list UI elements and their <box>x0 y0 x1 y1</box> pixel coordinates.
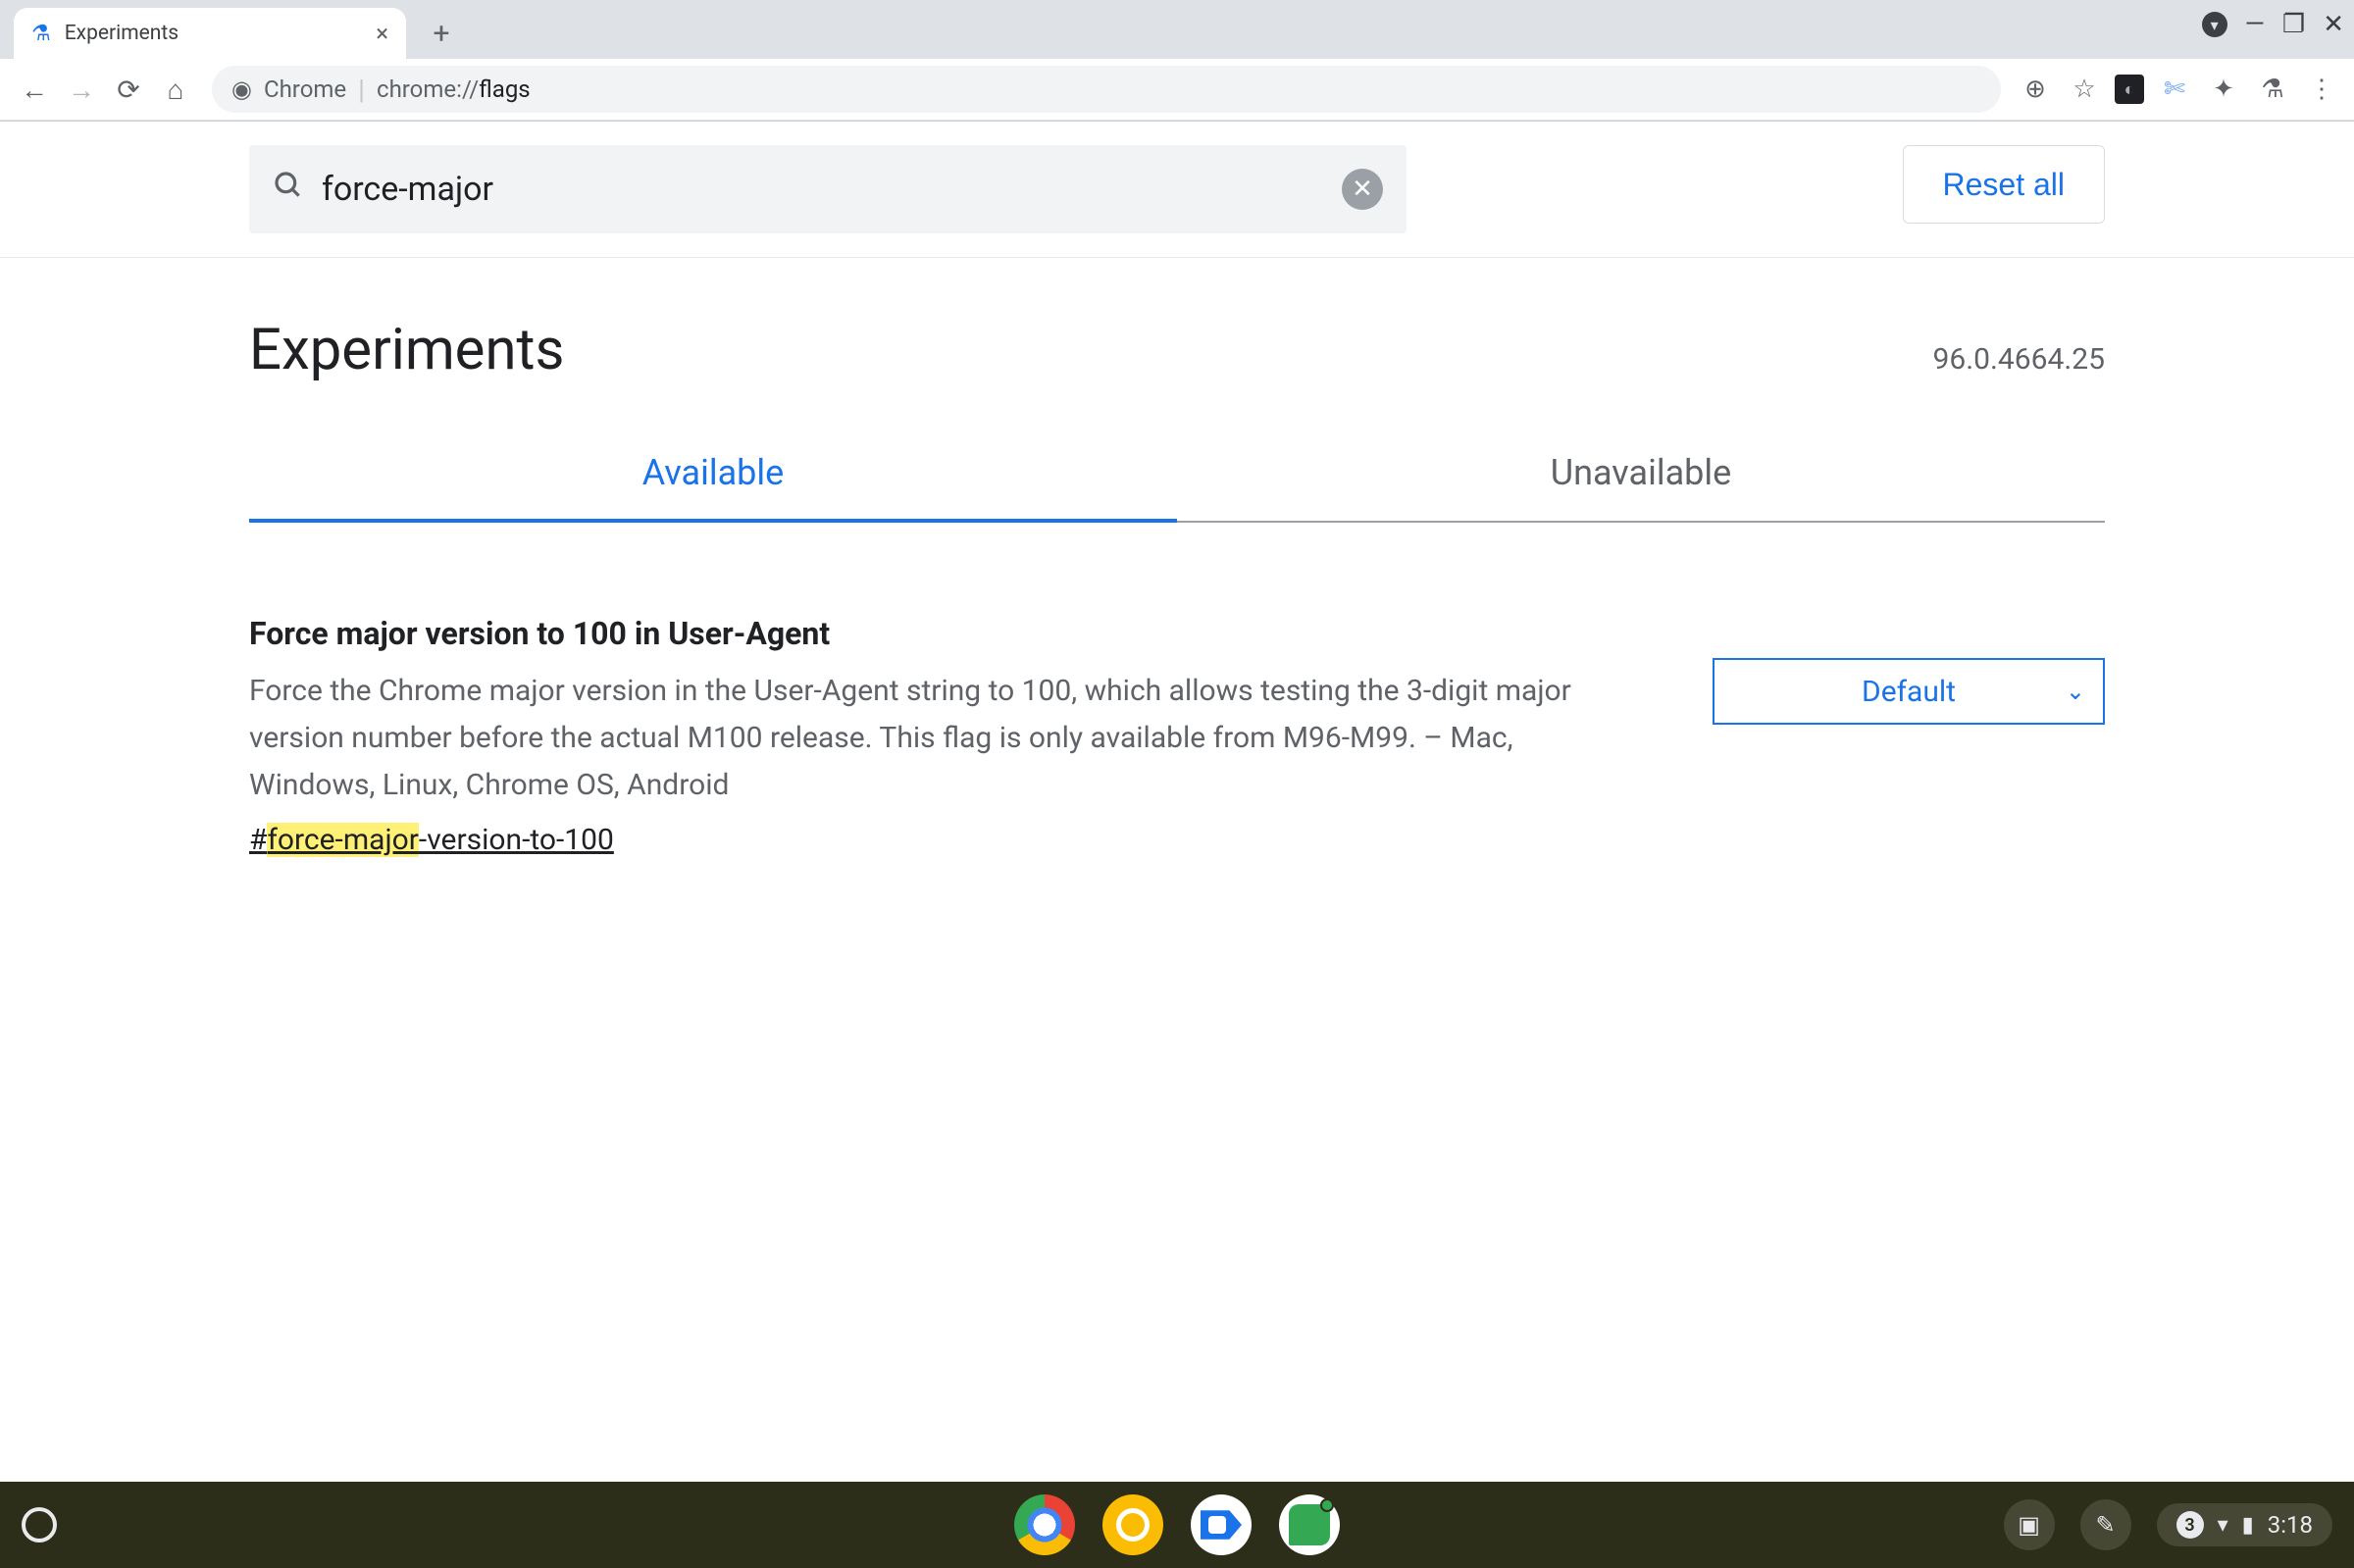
chevron-down-icon: ⌄ <box>2066 678 2085 705</box>
close-window-icon[interactable]: ✕ <box>2323 10 2344 39</box>
browser-tab[interactable]: ⚗ Experiments × <box>14 8 406 59</box>
duo-icon[interactable] <box>1191 1494 1252 1555</box>
toolbar-actions: ⊕ ☆ ◐ ✄ ✦ ⚗ ⋮ <box>2017 71 2340 108</box>
tab-available[interactable]: Available <box>249 452 1177 523</box>
flag-title: Force major version to 100 in User-Agent <box>249 615 1654 652</box>
toolbar: ← → ⟳ ⌂ ◉ Chrome | chrome://flags ⊕ ☆ ◐ … <box>0 59 2354 120</box>
browser-chrome: ⚗ Experiments × + ▾ — ❐ ✕ ← → ⟳ ⌂ ◉ Chro… <box>0 0 2354 122</box>
bookmark-icon[interactable]: ☆ <box>2066 71 2103 108</box>
address-bar[interactable]: ◉ Chrome | chrome://flags <box>212 66 2001 113</box>
chat-icon[interactable] <box>1279 1494 1340 1555</box>
flag-text: Force major version to 100 in User-Agent… <box>249 615 1654 857</box>
tab-bar: Available Unavailable <box>249 452 2105 523</box>
flag-select-value: Default <box>1862 675 1956 709</box>
flask-icon: ⚗ <box>31 22 51 46</box>
maximize-icon[interactable]: ❐ <box>2282 10 2305 39</box>
search-box[interactable]: force-major ✕ <box>249 145 1407 233</box>
wifi-icon: ▾ <box>2218 1513 2228 1538</box>
page-content: force-major ✕ Reset all Experiments 96.0… <box>0 122 2354 857</box>
chrome-icon[interactable] <box>1014 1494 1075 1555</box>
shelf: ▣ ✎ 3 ▾ ▮ 3:18 <box>0 1482 2354 1568</box>
shelf-apps <box>1014 1494 1340 1555</box>
flag-anchor-rest: -version-to-100 <box>419 823 614 857</box>
battery-icon: ▮ <box>2242 1513 2254 1538</box>
flag-anchor-highlight: force-major <box>267 823 418 857</box>
url-path: flags <box>479 76 531 103</box>
window-controls: ▾ — ❐ ✕ <box>2202 10 2344 39</box>
shelf-status: ▣ ✎ 3 ▾ ▮ 3:18 <box>2004 1499 2332 1550</box>
flag-anchor[interactable]: #force-major-version-to-100 <box>249 823 614 857</box>
version-label: 96.0.4664.25 <box>1933 342 2105 377</box>
search-input[interactable]: force-major <box>322 170 493 209</box>
new-tab-button[interactable]: + <box>420 12 463 55</box>
forward-button[interactable]: → <box>61 69 102 110</box>
back-button[interactable]: ← <box>14 69 55 110</box>
labs-icon[interactable]: ⚗ <box>2254 71 2291 108</box>
home-button[interactable]: ⌂ <box>155 69 196 110</box>
site-info-icon[interactable]: ◉ <box>231 76 252 103</box>
scissors-icon[interactable]: ✄ <box>2156 71 2193 108</box>
menu-icon[interactable]: ⋮ <box>2303 71 2340 108</box>
flag-select[interactable]: Default ⌄ <box>1713 658 2105 725</box>
launcher-button[interactable] <box>22 1507 57 1543</box>
tote-icon[interactable]: ▣ <box>2004 1499 2055 1550</box>
close-icon[interactable]: × <box>376 20 388 47</box>
tab-strip: ⚗ Experiments × + ▾ — ❐ ✕ <box>0 0 2354 59</box>
flag-anchor-hash: # <box>249 823 267 857</box>
zoom-icon[interactable]: ⊕ <box>2017 71 2054 108</box>
page-title: Experiments <box>249 317 564 383</box>
search-row: force-major ✕ Reset all <box>0 122 2354 258</box>
app-yellow-icon[interactable] <box>1102 1494 1163 1555</box>
clock: 3:18 <box>2268 1511 2313 1539</box>
flag-description: Force the Chrome major version in the Us… <box>249 668 1642 809</box>
separator: | <box>358 74 365 106</box>
tab-title: Experiments <box>65 22 179 45</box>
url-label: Chrome <box>264 76 346 103</box>
heading-row: Experiments 96.0.4664.25 <box>0 258 2354 383</box>
url-prefix: chrome:// <box>377 76 479 103</box>
clear-search-icon[interactable]: ✕ <box>1342 169 1383 210</box>
minimize-icon[interactable]: — <box>2245 10 2265 39</box>
notification-badge: 3 <box>2176 1511 2204 1539</box>
flag-item: Force major version to 100 in User-Agent… <box>249 615 2105 857</box>
extension1-icon[interactable]: ◐ <box>2115 75 2144 104</box>
reload-button[interactable]: ⟳ <box>108 69 149 110</box>
extensions-icon[interactable]: ✦ <box>2205 71 2242 108</box>
tab-unavailable[interactable]: Unavailable <box>1177 452 2105 523</box>
account-icon[interactable]: ▾ <box>2202 12 2227 37</box>
stylus-icon[interactable]: ✎ <box>2080 1499 2131 1550</box>
status-tray[interactable]: 3 ▾ ▮ 3:18 <box>2157 1503 2332 1546</box>
reset-all-button[interactable]: Reset all <box>1903 145 2106 224</box>
search-icon <box>273 170 304 210</box>
